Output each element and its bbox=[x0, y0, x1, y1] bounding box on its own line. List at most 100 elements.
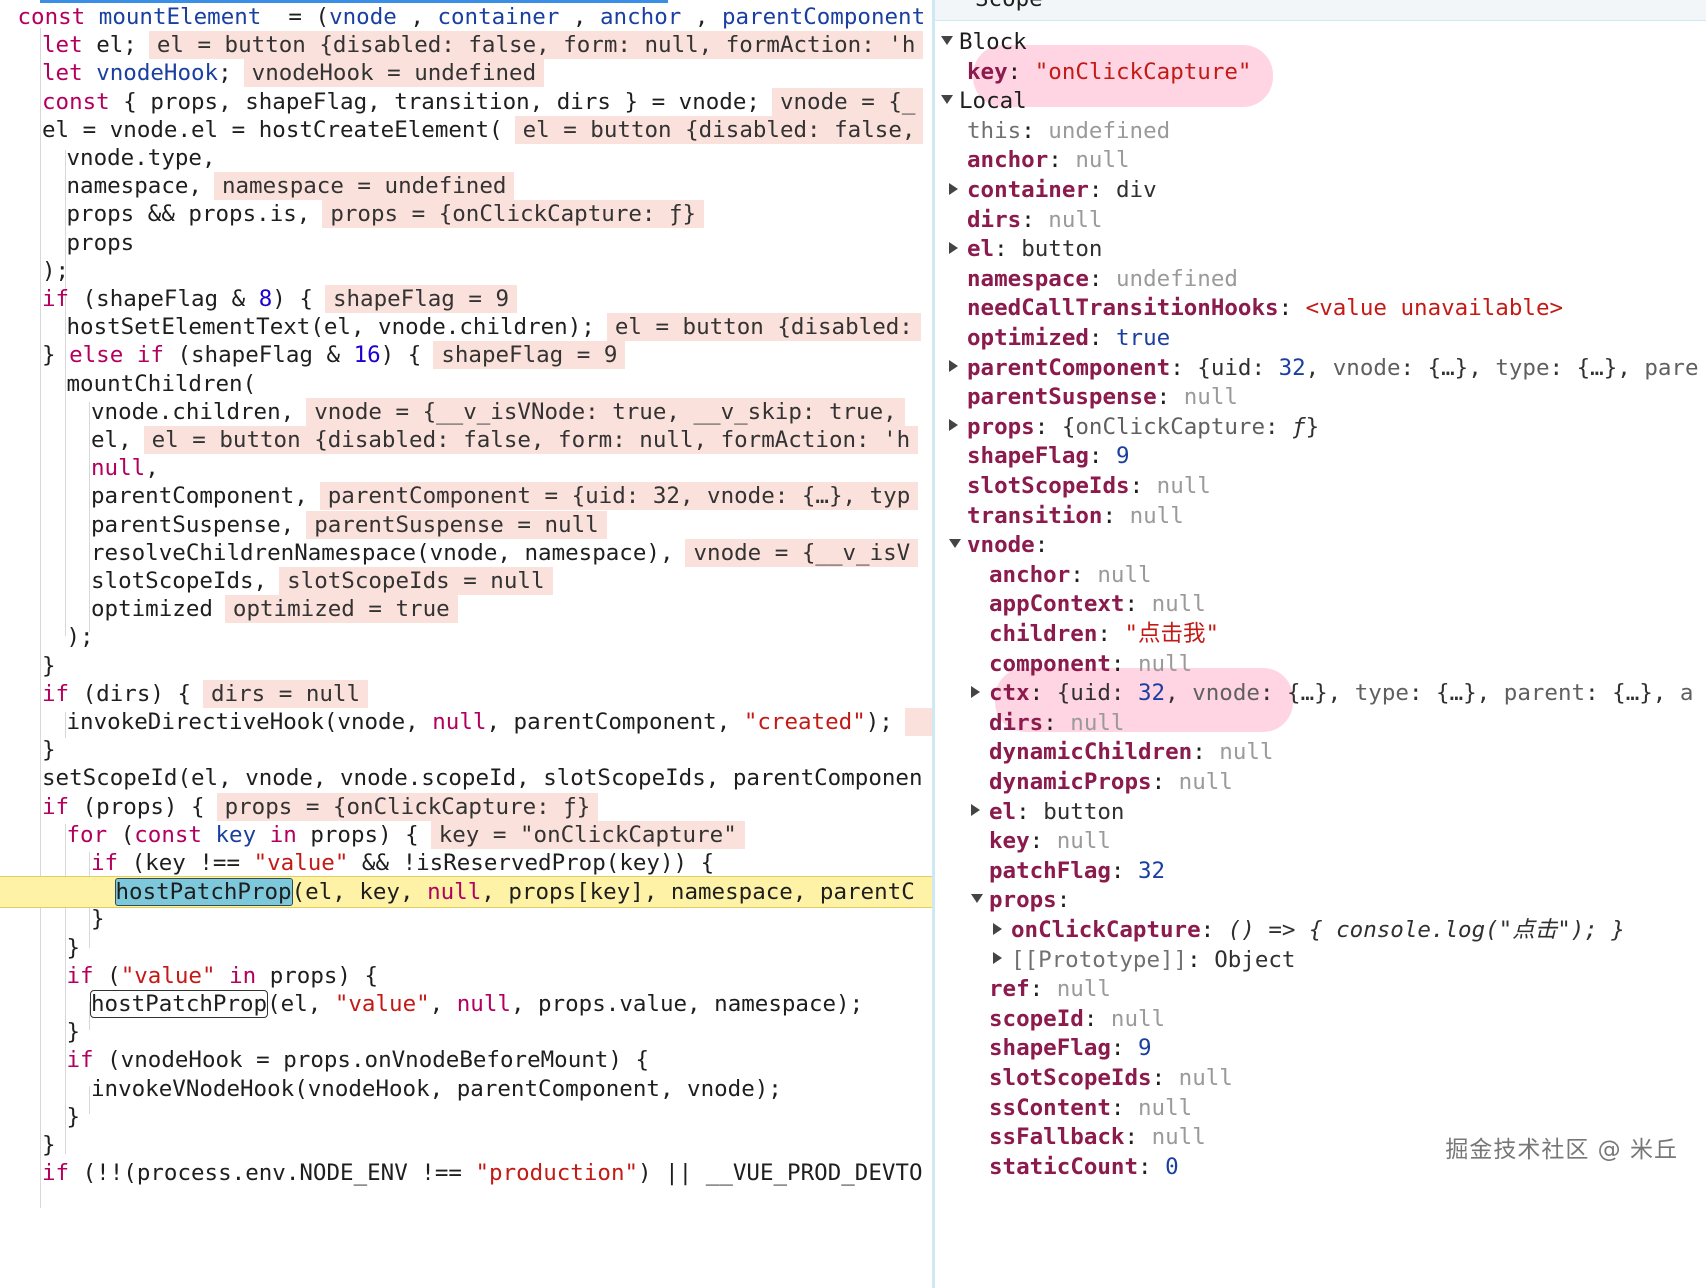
code-line[interactable]: invokeDirectiveHook(vnode, null, parentC… bbox=[0, 707, 932, 737]
code-line[interactable]: invokeVNodeHook(vnodeHook, parentCompone… bbox=[0, 1074, 932, 1104]
code-line[interactable]: if (key !== "value" && !isReservedProp(k… bbox=[0, 848, 932, 878]
scope-property[interactable]: children: "点击我" bbox=[935, 618, 1706, 650]
scope-property[interactable]: parentComponent: {uid: 32, vnode: {…}, t… bbox=[935, 352, 1706, 384]
code-line[interactable]: const mountElement = (vnode , container … bbox=[0, 2, 932, 32]
scope-property[interactable]: props: bbox=[935, 884, 1706, 916]
code-line[interactable]: if ("value" in props) { bbox=[0, 961, 932, 991]
scope-property[interactable]: namespace: undefined bbox=[935, 263, 1706, 295]
code-line[interactable]: if (!!(process.env.NODE_ENV !== "product… bbox=[0, 1158, 932, 1188]
property-key: optimized bbox=[967, 325, 1089, 351]
scope-property[interactable]: el: button bbox=[935, 796, 1706, 828]
scope-property[interactable]: anchor: null bbox=[935, 559, 1706, 591]
code-line[interactable]: } bbox=[0, 1102, 932, 1132]
code-line[interactable]: optimized optimized = true bbox=[0, 594, 932, 624]
scope-property[interactable]: slotScopeIds: null bbox=[935, 1062, 1706, 1094]
expanded-triangle-icon[interactable] bbox=[971, 894, 983, 904]
code-line[interactable]: } else if (shapeFlag & 16) {shapeFlag = … bbox=[0, 340, 932, 370]
code-line[interactable]: parentComponent, parentComponent = {uid: … bbox=[0, 481, 932, 511]
code-line[interactable]: } bbox=[0, 1017, 932, 1047]
scope-property[interactable]: scopeId: null bbox=[935, 1003, 1706, 1035]
scope-property[interactable]: ctx: {uid: 32, vnode: {…}, type: {…}, pa… bbox=[935, 677, 1706, 709]
scope-property[interactable]: transition: null bbox=[935, 500, 1706, 532]
scope-property[interactable]: dirs: null bbox=[935, 204, 1706, 236]
scope-property[interactable]: props: {onClickCapture: ƒ} bbox=[935, 411, 1706, 443]
expanded-triangle-icon[interactable] bbox=[949, 539, 961, 549]
collapsed-triangle-icon[interactable] bbox=[971, 804, 980, 817]
code-line[interactable]: setScopeId(el, vnode, vnode.scopeId, slo… bbox=[0, 763, 932, 793]
property-value: "点击我" bbox=[1124, 621, 1220, 647]
source-editor[interactable]: const mountElement = (vnode , container … bbox=[0, 0, 932, 1288]
code-line[interactable]: let vnodeHook; vnodeHook = undefined bbox=[0, 58, 932, 88]
collapsed-triangle-icon[interactable] bbox=[971, 685, 980, 698]
code-line[interactable]: parentSuspense, parentSuspense = null bbox=[0, 510, 932, 540]
scope-property[interactable]: key: "onClickCapture" bbox=[935, 56, 1706, 88]
scope-property[interactable]: dynamicChildren: null bbox=[935, 736, 1706, 768]
scope-property[interactable]: container: div bbox=[935, 174, 1706, 206]
collapsed-triangle-icon[interactable] bbox=[949, 419, 958, 432]
code-line[interactable]: for (const key in props) {key = "onClick… bbox=[0, 820, 932, 850]
collapsed-triangle-icon[interactable] bbox=[949, 360, 958, 373]
scope-property[interactable]: component: null bbox=[935, 648, 1706, 680]
code-line[interactable]: null, bbox=[0, 453, 932, 483]
code-line[interactable]: hostPatchProp(el, "value", null, props.v… bbox=[0, 989, 932, 1019]
scope-section-block[interactable]: Block bbox=[935, 26, 1706, 58]
scope-header[interactable]: Scope bbox=[935, 0, 1706, 21]
code-line[interactable]: if (shapeFlag & 8) {shapeFlag = 9 bbox=[0, 284, 932, 314]
code-line[interactable]: } bbox=[0, 735, 932, 765]
scope-property[interactable]: this: undefined bbox=[935, 115, 1706, 147]
scope-property[interactable]: ref: null bbox=[935, 973, 1706, 1005]
scope-property[interactable]: needCallTransitionHooks: <value unavaila… bbox=[935, 292, 1706, 324]
code-line[interactable]: } bbox=[0, 651, 932, 681]
scope-section-local[interactable]: Local bbox=[935, 85, 1706, 117]
code-line[interactable]: if (dirs) {dirs = null bbox=[0, 679, 932, 709]
scope-panel[interactable]: Scope Blockkey: "onClickCapture"Localthi… bbox=[935, 0, 1706, 1288]
scope-property[interactable]: parentSuspense: null bbox=[935, 381, 1706, 413]
code-line[interactable]: } bbox=[0, 904, 932, 934]
code-line[interactable]: namespace, namespace = undefined bbox=[0, 171, 932, 201]
code-line[interactable]: if (vnodeHook = props.onVnodeBeforeMount… bbox=[0, 1045, 932, 1075]
scope-property[interactable]: dynamicProps: null bbox=[935, 766, 1706, 798]
collapsed-triangle-icon[interactable] bbox=[993, 952, 1002, 965]
code-line[interactable]: props && props.is, props = {onClickCaptur… bbox=[0, 199, 932, 229]
code-line[interactable]: props bbox=[0, 228, 932, 258]
scope-property[interactable]: shapeFlag: 9 bbox=[935, 1032, 1706, 1064]
scope-property[interactable]: ssContent: null bbox=[935, 1092, 1706, 1124]
code-line[interactable]: ); bbox=[0, 256, 932, 286]
code-line[interactable]: } bbox=[0, 1130, 932, 1160]
scope-property[interactable]: vnode: bbox=[935, 529, 1706, 561]
code-line[interactable]: el = vnode.el = hostCreateElement(el = b… bbox=[0, 115, 932, 145]
code-line[interactable]: resolveChildrenNamespace(vnode, namespac… bbox=[0, 538, 932, 568]
code-line[interactable]: vnode.type, bbox=[0, 143, 932, 173]
code-line[interactable]: slotScopeIds, slotScopeIds = null bbox=[0, 566, 932, 596]
scope-property[interactable]: patchFlag: 32 bbox=[935, 855, 1706, 887]
code-line[interactable]: ); bbox=[0, 622, 932, 652]
execution-point[interactable]: hostPatchProp bbox=[114, 878, 293, 907]
breakpoint-marker[interactable]: hostPatchProp bbox=[89, 990, 269, 1018]
code-line[interactable]: let el; el = button {disabled: false, for… bbox=[0, 30, 932, 60]
scope-property[interactable]: onClickCapture: () => { console.log("点击"… bbox=[935, 914, 1706, 946]
scope-property[interactable]: optimized: true bbox=[935, 322, 1706, 354]
scope-property[interactable]: slotScopeIds: null bbox=[935, 470, 1706, 502]
code-line[interactable]: } bbox=[0, 933, 932, 963]
code-line[interactable]: if (props) {props = {onClickCapture: ƒ} bbox=[0, 792, 932, 822]
code-line[interactable]: el, el = button {disabled: false, form: n… bbox=[0, 425, 932, 455]
scope-property[interactable]: appContext: null bbox=[935, 588, 1706, 620]
expanded-triangle-icon[interactable] bbox=[941, 36, 953, 45]
property-key: appContext bbox=[989, 591, 1125, 618]
code-line[interactable]: const { props, shapeFlag, transition, di… bbox=[0, 87, 932, 117]
expanded-triangle-icon[interactable] bbox=[941, 95, 953, 105]
code-line[interactable]: vnode.children, vnode = {__v_isVNode: tru… bbox=[0, 397, 932, 427]
scope-property[interactable]: shapeFlag: 9 bbox=[935, 440, 1706, 472]
scope-property[interactable]: key: null bbox=[935, 825, 1706, 857]
collapsed-triangle-icon[interactable] bbox=[949, 182, 958, 195]
paused-line[interactable]: hostPatchProp(el, key, null, props[key],… bbox=[0, 876, 932, 909]
scope-property[interactable]: dirs: null bbox=[935, 707, 1706, 739]
collapsed-triangle-icon[interactable] bbox=[993, 922, 1002, 935]
scope-property[interactable]: el: button bbox=[935, 233, 1706, 265]
code-token: else if bbox=[69, 342, 178, 369]
scope-property[interactable]: anchor: null bbox=[935, 144, 1706, 176]
collapsed-triangle-icon[interactable] bbox=[949, 241, 958, 254]
code-line[interactable]: hostSetElementText(el, vnode.children); e… bbox=[0, 312, 932, 342]
code-line[interactable]: mountChildren( bbox=[0, 369, 932, 399]
scope-property[interactable]: [[Prototype]]: Object bbox=[935, 944, 1706, 976]
